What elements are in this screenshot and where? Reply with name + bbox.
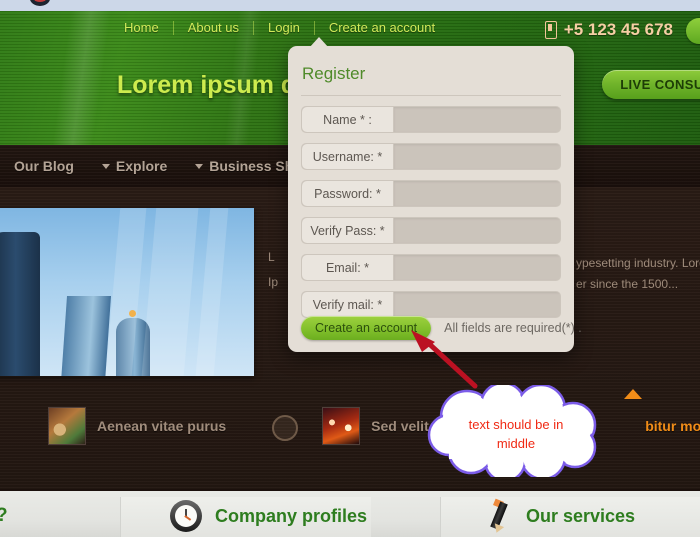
verify-password-field[interactable]	[394, 218, 560, 243]
header-phone: +5 123 45 678	[544, 20, 673, 40]
hero-text-fragment-left-2: Ip	[268, 275, 279, 289]
glass-reflection	[192, 208, 230, 376]
list-item-label: Aenean vitae purus	[97, 418, 227, 434]
register-form: Name * : Username: * Password: * Verify …	[301, 106, 561, 328]
field-row-password: Password: *	[301, 180, 561, 207]
mobile-phone-icon	[544, 21, 557, 39]
dialog-divider	[301, 95, 561, 96]
hero-text-fragment-left-1: L	[268, 250, 275, 264]
register-dialog: Register Name * : Username: * Password: …	[288, 46, 582, 352]
chevron-down-icon	[101, 163, 110, 169]
hero-skyscraper-image	[0, 208, 254, 376]
password-field[interactable]	[394, 181, 560, 206]
nav-item-label: Explore	[115, 158, 168, 174]
glass-reflection	[138, 208, 200, 376]
tower-left	[0, 232, 40, 376]
email-field[interactable]	[394, 255, 560, 280]
field-label-password: Password: *	[302, 181, 394, 206]
verify-email-field[interactable]	[394, 292, 560, 317]
field-label-verify-pass: Verify Pass: *	[302, 218, 394, 243]
dialog-pointer-arrow	[309, 37, 329, 48]
dialog-actions: Create an account All fields are require…	[301, 316, 582, 340]
field-label-name: Name * :	[302, 107, 394, 132]
annotation-line-2: middle	[496, 436, 536, 451]
footer-item-label: Company profiles	[215, 505, 368, 526]
field-label-username: Username: *	[302, 144, 394, 169]
list-item[interactable]: bitur mollis	[645, 418, 700, 434]
clock-face	[175, 505, 197, 527]
field-label-email: Email: *	[302, 255, 394, 280]
dialog-title: Register	[302, 64, 366, 83]
annotation-cloud-text: text should be in middle	[425, 415, 607, 453]
field-row-verify-mail: Verify mail: *	[301, 291, 561, 318]
triangle-up-icon	[624, 389, 642, 399]
footer-text-fragment: ?	[0, 505, 8, 527]
footer-item-company-profiles[interactable]: Company profiles	[170, 500, 367, 532]
annotation-cloud: text should be in middle	[425, 381, 607, 483]
nav-item-explore[interactable]: Explore	[88, 158, 181, 174]
top-navigation: Home About us Login Create an account	[110, 20, 449, 36]
required-fields-note: All fields are required(*) .	[444, 321, 582, 335]
live-consult-button[interactable]: LIVE CONSUL	[602, 70, 700, 99]
create-account-button[interactable]: Create an account	[301, 316, 432, 340]
page-root: Home About us Login Create an account +5…	[0, 0, 700, 537]
footer-item-label: Our services	[526, 505, 636, 526]
annotation-line-1: text should be in	[468, 417, 564, 432]
site-footer: ? Company profiles Our services	[0, 489, 700, 537]
thumbnail-image	[322, 407, 361, 445]
nav-link-login[interactable]: Login	[254, 20, 314, 36]
field-row-email: Email: *	[301, 254, 561, 281]
phone-number: +5 123 45 678	[563, 20, 673, 39]
name-field[interactable]	[394, 107, 560, 132]
field-row-name: Name * :	[301, 106, 561, 133]
chevron-down-icon	[195, 163, 204, 169]
pencil-icon	[483, 498, 513, 535]
field-row-username: Username: *	[301, 143, 561, 170]
nav-link-home[interactable]: Home	[110, 20, 173, 36]
tower-middle	[60, 296, 112, 376]
thumbnail-image	[48, 407, 86, 445]
username-field[interactable]	[394, 144, 560, 169]
browser-tab-favicon-icon	[30, 0, 50, 6]
field-row-verify-pass: Verify Pass: *	[301, 217, 561, 244]
list-item-label: bitur mollis	[645, 418, 700, 434]
header-sheen	[44, 11, 116, 145]
hero-text-fragment-right-2: er since the 1500...	[576, 277, 679, 291]
nav-link-create-an-account[interactable]: Create an account	[315, 20, 449, 36]
nav-item-our-blog[interactable]: Our Blog	[0, 158, 88, 174]
nav-link-about-us[interactable]: About us	[174, 20, 253, 36]
hero-text-fragment-right-1: ypesetting industry. Lore	[576, 256, 700, 270]
list-item[interactable]: Aenean vitae purus	[48, 407, 226, 445]
nav-item-label: Our Blog	[14, 158, 74, 174]
footer-item-our-services[interactable]: Our services	[483, 498, 636, 535]
clock-icon	[170, 500, 202, 532]
field-label-verify-mail: Verify mail: *	[302, 292, 394, 317]
